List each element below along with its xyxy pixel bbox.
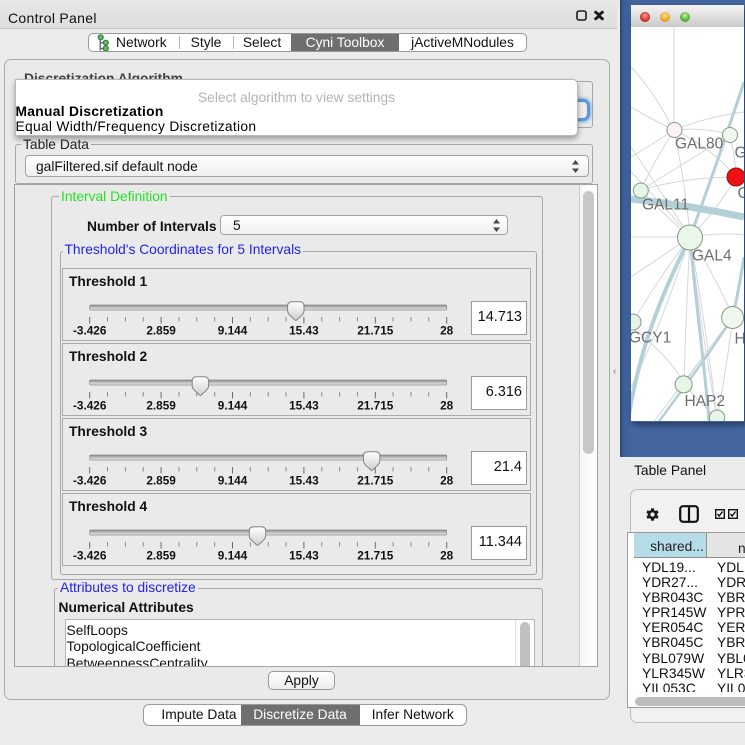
svg-text:2.859: 2.859 [146,323,176,337]
svg-text:-3.426: -3.426 [73,323,107,337]
svg-text:9.144: 9.144 [218,398,248,412]
svg-text:-3.426: -3.426 [73,473,107,487]
svg-text:9.144: 9.144 [218,473,248,487]
svg-text:-3.426: -3.426 [73,398,107,412]
svg-text:GAL4: GAL4 [692,248,732,265]
svg-text:-3.426: -3.426 [73,548,107,562]
svg-text:2.859: 2.859 [146,473,176,487]
svg-text:9.144: 9.144 [218,548,248,562]
svg-text:2.859: 2.859 [146,398,176,412]
svg-text:HIS4: HIS4 [735,331,745,348]
svg-text:2.859: 2.859 [146,548,176,562]
svg-text:CYC8: CYC8 [738,185,745,202]
svg-text:15.43: 15.43 [289,548,319,562]
svg-text:28: 28 [440,398,454,412]
svg-text:15.43: 15.43 [289,473,319,487]
svg-text:28: 28 [440,548,454,562]
svg-text:21.715: 21.715 [357,398,394,412]
svg-text:GAL3: GAL3 [735,145,745,162]
svg-text:21.715: 21.715 [357,548,394,562]
svg-text:21.715: 21.715 [357,473,394,487]
svg-text:15.43: 15.43 [289,323,319,337]
svg-text:GCY1: GCY1 [631,330,671,347]
svg-text:28: 28 [440,323,454,337]
svg-text:15.43: 15.43 [289,398,319,412]
svg-text:9.144: 9.144 [218,323,248,337]
svg-text:GAL11: GAL11 [642,197,689,214]
svg-text:21.715: 21.715 [357,323,394,337]
svg-text:28: 28 [440,473,454,487]
svg-text:HAP2: HAP2 [685,393,726,410]
svg-text:GAL80: GAL80 [675,136,724,153]
